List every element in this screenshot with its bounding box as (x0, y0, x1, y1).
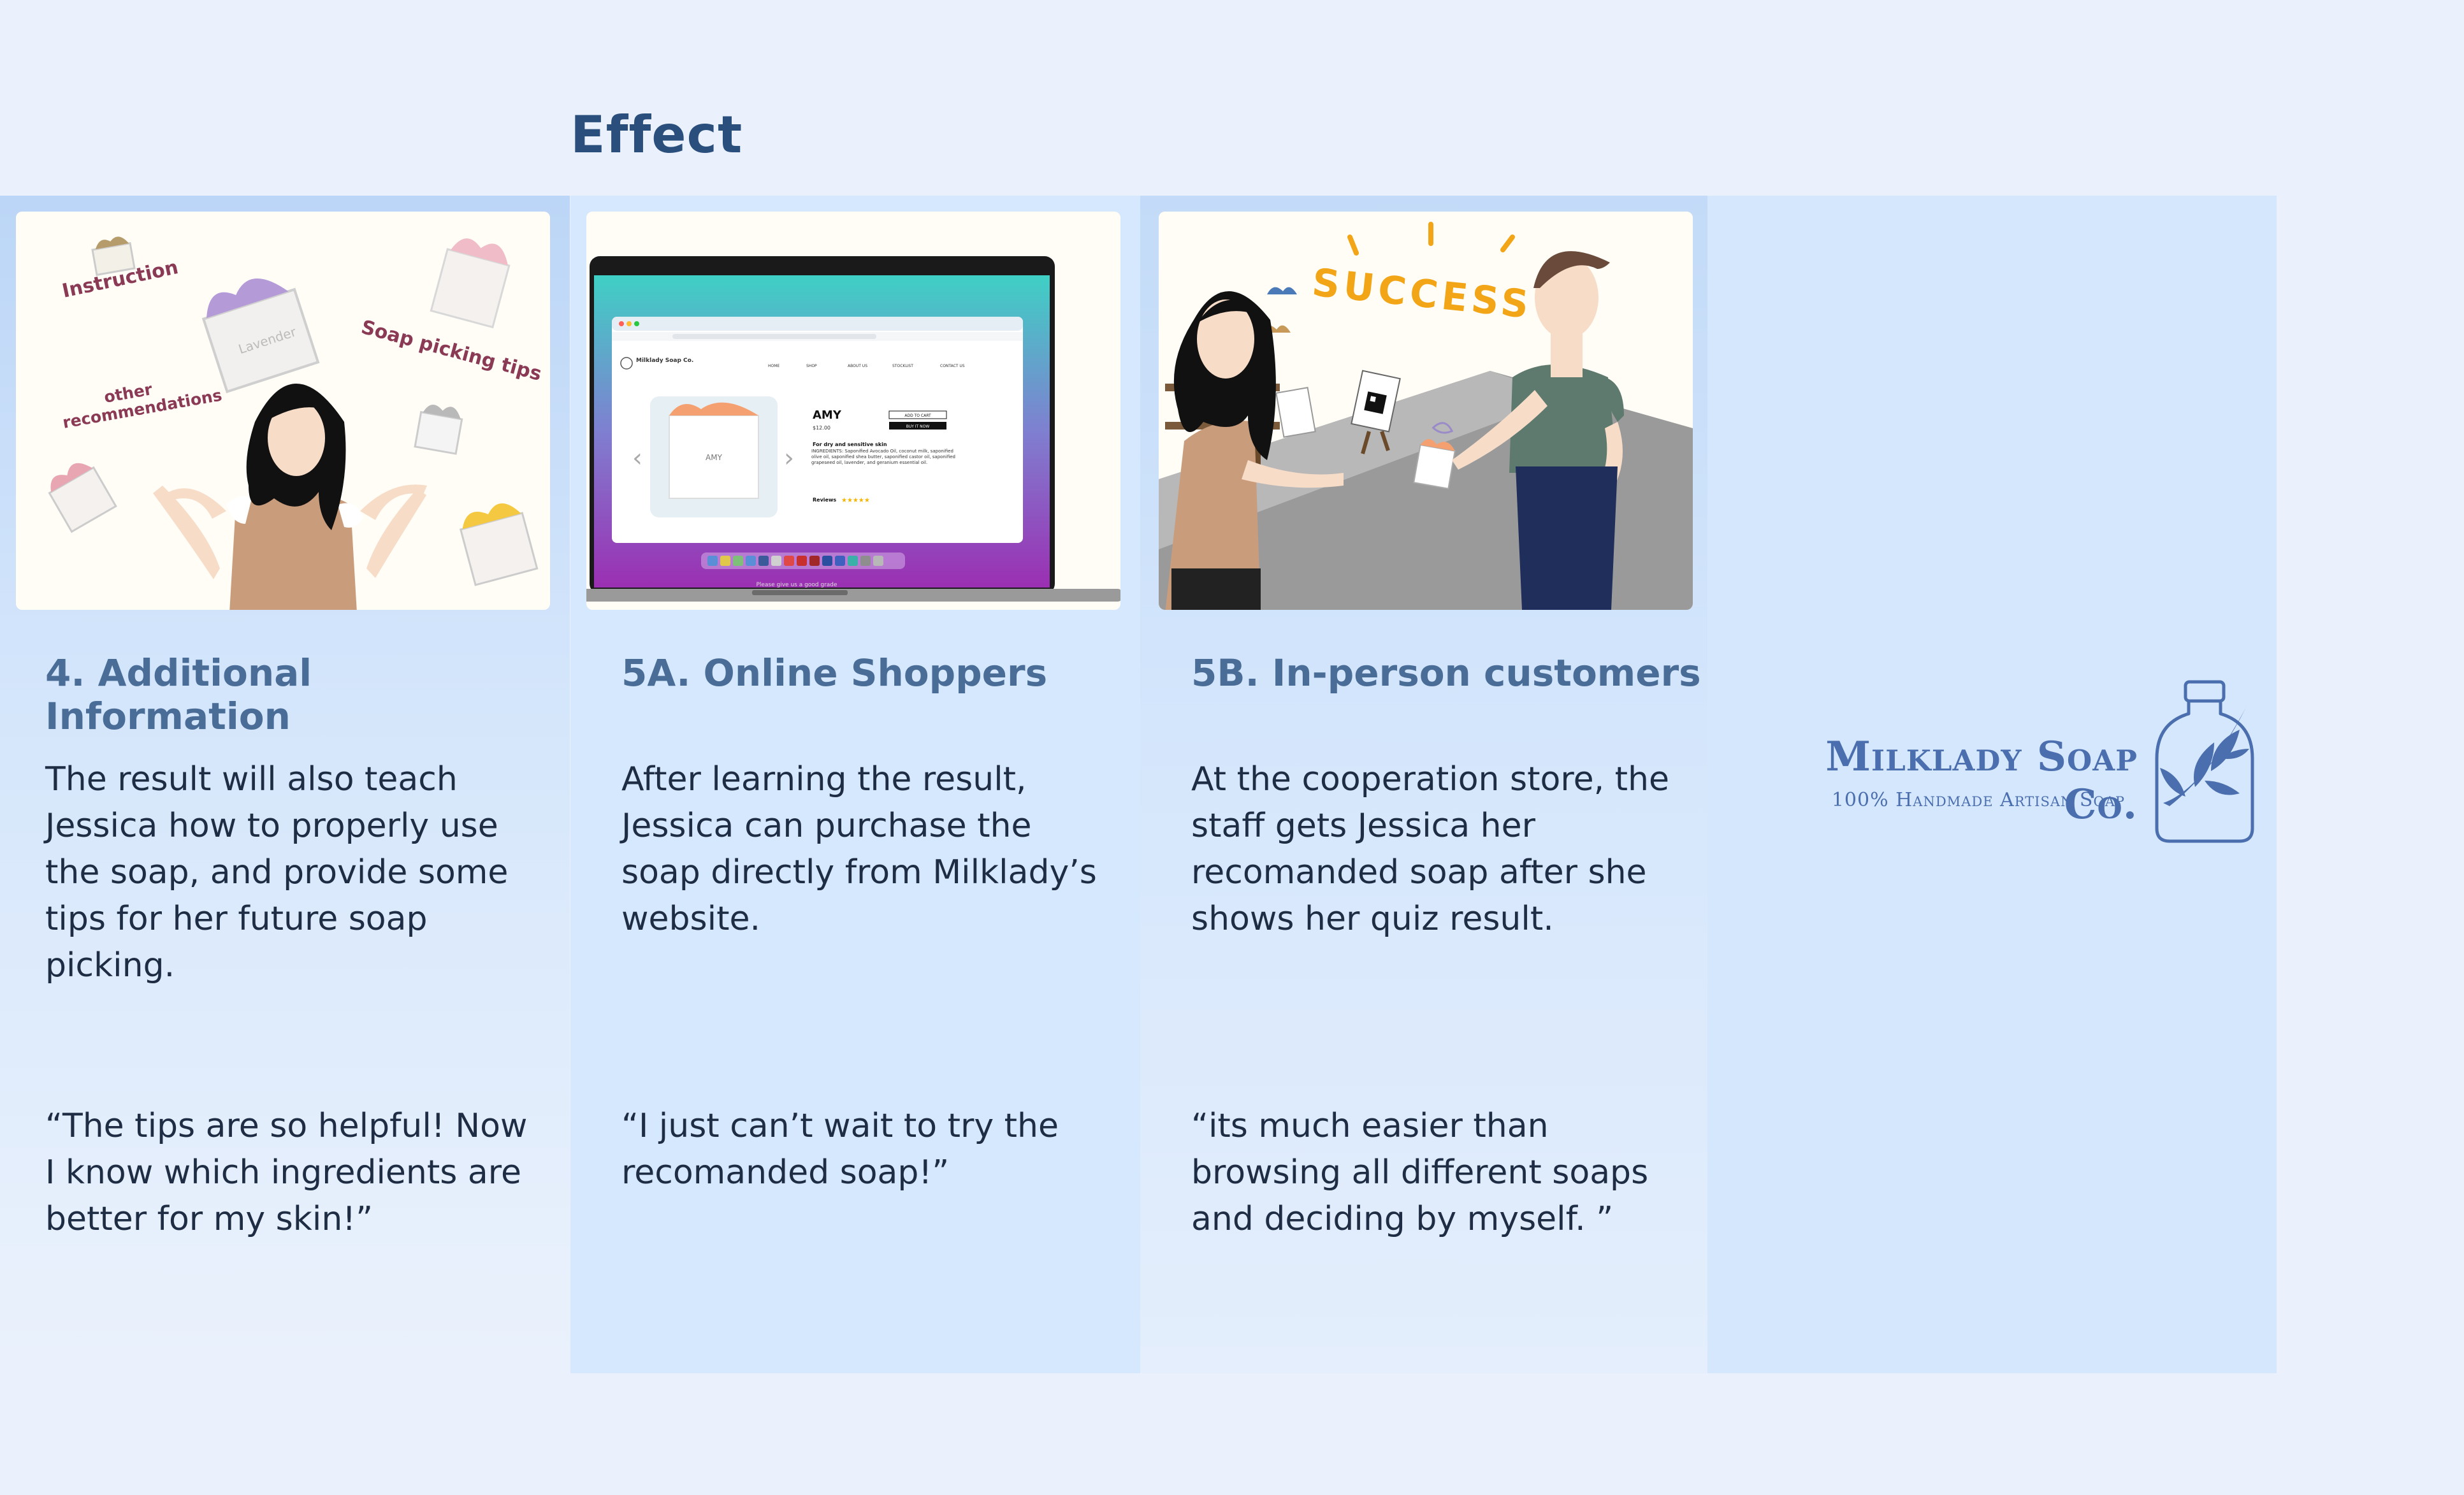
nav-about[interactable]: ABOUT US (848, 364, 867, 368)
column-additional-information: Lavender Instruction Soap picking tips o (0, 196, 570, 1373)
column-body: The result will also teach Jessica how t… (45, 760, 509, 985)
product-name: AMY (813, 408, 842, 422)
column-quote: “I just can’t wait to try the recomanded… (621, 1107, 1059, 1192)
column-heading: 5B. In-person customers (1191, 651, 1701, 695)
column-body: After learning the result, Jessica can p… (621, 760, 1097, 938)
column-heading: 5A. Online Shoppers (621, 651, 1048, 695)
laptop-icon: Please give us a good grade Milklady Soa… (586, 256, 1120, 602)
product-price: $12.00 (813, 425, 830, 431)
next-arrow-icon[interactable]: › (784, 444, 794, 473)
brand-tagline: 100% Handmade Artisan Soap (1831, 789, 2125, 811)
nav-contact[interactable]: CONTACT US (940, 364, 965, 368)
jar-with-leaves-icon (2155, 680, 2254, 843)
column-quote: “its much easier than browsing all diffe… (1191, 1107, 1649, 1238)
section-title: Effect (570, 105, 743, 164)
brand-name: Milklady Soap Co. (1825, 733, 2138, 828)
laptop-footer-text: Please give us a good grade (756, 582, 837, 588)
product-box-label: AMY (706, 453, 723, 462)
prev-arrow-icon[interactable]: ‹ (632, 444, 642, 473)
column-online-shoppers: Please give us a good grade Milklady Soa… (570, 196, 1140, 1373)
site-name: Milklady Soap Co. (636, 358, 693, 364)
nav-stocklist[interactable]: STOCKLIST (892, 364, 913, 368)
reviews-label: Reviews (813, 497, 836, 503)
rating-stars: ★★★★★ (841, 497, 870, 504)
buy-now-button[interactable]: BUY IT NOW (906, 424, 930, 429)
column-in-person-customers: SUCCESS ! 5B. In-person customers At the… (1140, 196, 1710, 1373)
illustration-additional-information: Lavender Instruction Soap picking tips o (16, 212, 550, 610)
column-brand: Milklady Soap Co. 100% Handmade Artisan … (1707, 196, 2277, 1373)
nav-home[interactable]: HOME (768, 364, 779, 368)
column-heading: 4. Additional Information (45, 651, 312, 738)
add-to-cart-button[interactable]: ADD TO CART (904, 414, 931, 418)
illustration-online-shoppers: Please give us a good grade Milklady Soa… (586, 212, 1120, 610)
column-quote: “The tips are so helpful! Now I know whi… (45, 1107, 528, 1238)
product-ingredients: INGREDIENTS: Saponified Avocado Oil, coc… (811, 449, 955, 465)
brand-logo: Milklady Soap Co. 100% Handmade Artisan … (1755, 669, 2265, 848)
illustration-in-person-customers: SUCCESS ! (1159, 212, 1693, 610)
column-body: At the cooperation store, the staff gets… (1191, 760, 1669, 938)
nav-shop[interactable]: SHOP (806, 364, 817, 368)
product-subtitle: For dry and sensitive skin (813, 442, 887, 447)
